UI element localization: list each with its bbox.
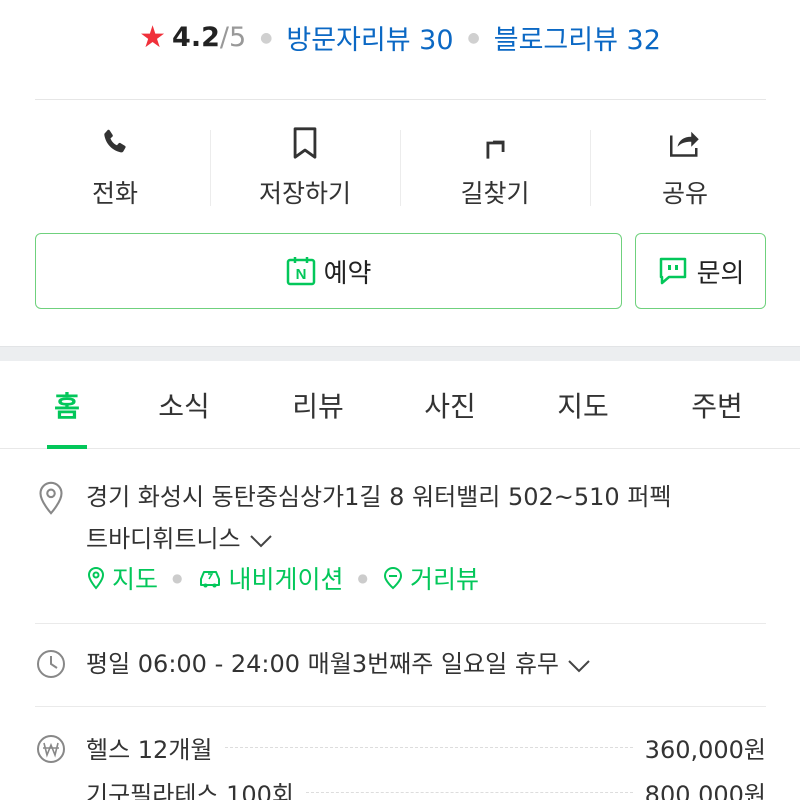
street-view-link-label: 거리뷰 <box>410 565 480 594</box>
map-pin-icon <box>87 566 105 590</box>
price-leader <box>306 792 633 793</box>
inquiry-button[interactable]: 문의 <box>635 233 766 309</box>
divider <box>35 706 766 707</box>
price-item-name: 기구필라테스 100회 <box>86 781 294 800</box>
hours-row[interactable]: 평일 06:00 - 24:00 매월3번째주 일요일 휴무 <box>86 643 776 686</box>
price-leader <box>224 747 633 748</box>
section-divider <box>0 346 800 361</box>
divider <box>35 99 766 100</box>
directions-label: 길찾기 <box>460 179 530 208</box>
location-pin-icon <box>34 480 68 516</box>
action-bar: 전화 저장하기 길찾기 공유 <box>20 120 780 212</box>
price-item-name: 헬스 12개월 <box>86 736 213 764</box>
separator-dot: ● <box>260 29 273 46</box>
won-icon <box>34 733 68 765</box>
address-line-1: 경기 화성시 동탄중심상가1길 8 워터밸리 502~510 퍼펙 <box>86 483 672 511</box>
naver-booking-icon: N <box>286 256 316 286</box>
tab-nearby[interactable]: 주변 <box>691 385 743 425</box>
share-button[interactable]: 공유 <box>590 120 780 212</box>
chevron-down-icon[interactable] <box>567 644 591 686</box>
separator-dot: ● <box>467 29 480 46</box>
tab-news[interactable]: 소식 <box>158 385 210 425</box>
inquiry-label: 문의 <box>696 258 745 289</box>
place-title-cut <box>0 0 800 6</box>
price-row: 기구필라테스 100회 800,000원 <box>86 775 766 800</box>
rating-max: /5 <box>219 22 247 53</box>
price-item-value: 800,000원 <box>644 781 766 800</box>
talk-icon <box>657 255 689 287</box>
reserve-button[interactable]: N 예약 <box>35 233 622 309</box>
share-label: 공유 <box>661 179 708 208</box>
call-button[interactable]: 전화 <box>20 120 210 212</box>
street-view-icon <box>383 566 403 590</box>
rating-row: ★ 4.2 /5 ● 방문자리뷰 30 ● 블로그리뷰 32 <box>0 18 800 57</box>
tab-bar: 홈 소식 리뷰 사진 지도 주변 <box>0 361 800 449</box>
price-item-value: 360,000원 <box>644 736 766 764</box>
hours-text: 평일 06:00 - 24:00 매월3번째주 일요일 휴무 <box>86 650 559 678</box>
rating-score: 4.2 <box>172 22 220 53</box>
visitor-reviews-link[interactable]: 방문자리뷰 30 <box>286 18 453 57</box>
blog-reviews-link[interactable]: 블로그리뷰 32 <box>494 18 661 57</box>
navigation-link-label: 내비게이션 <box>228 565 344 594</box>
active-tab-indicator <box>47 445 87 449</box>
separator-dot: ● <box>172 571 183 585</box>
save-button[interactable]: 저장하기 <box>210 120 400 212</box>
call-label: 전화 <box>91 179 138 208</box>
directions-button[interactable]: 길찾기 <box>400 120 590 212</box>
chevron-down-icon[interactable] <box>249 519 273 561</box>
star-icon: ★ <box>139 20 167 55</box>
phone-icon <box>99 120 131 166</box>
price-row: 헬스 12개월 360,000원 <box>86 730 766 765</box>
svg-text:N: N <box>295 266 306 283</box>
divider <box>35 623 766 624</box>
street-view-link[interactable]: 거리뷰 <box>382 560 479 596</box>
tab-reviews[interactable]: 리뷰 <box>292 385 344 425</box>
clock-icon <box>34 648 68 680</box>
save-label: 저장하기 <box>258 179 351 208</box>
tab-map[interactable]: 지도 <box>557 385 609 425</box>
separator-dot: ● <box>357 571 368 585</box>
navigation-link[interactable]: 내비게이션 <box>197 560 344 596</box>
car-icon <box>199 571 220 588</box>
tab-home[interactable]: 홈 <box>54 385 80 425</box>
location-links: 지도 ● 내비게이션 ● 거리뷰 <box>86 560 479 596</box>
address-text: 경기 화성시 동탄중심상가1길 8 워터밸리 502~510 퍼펙 트바디휘트니… <box>86 476 776 561</box>
reserve-label: 예약 <box>323 258 372 289</box>
map-link-label: 지도 <box>112 565 159 594</box>
bookmark-icon <box>290 120 320 166</box>
share-icon <box>667 120 703 166</box>
address-line-2: 트바디휘트니스 <box>86 525 241 553</box>
map-link[interactable]: 지도 <box>86 560 158 596</box>
tab-photos[interactable]: 사진 <box>424 385 476 425</box>
directions-icon <box>480 120 510 166</box>
